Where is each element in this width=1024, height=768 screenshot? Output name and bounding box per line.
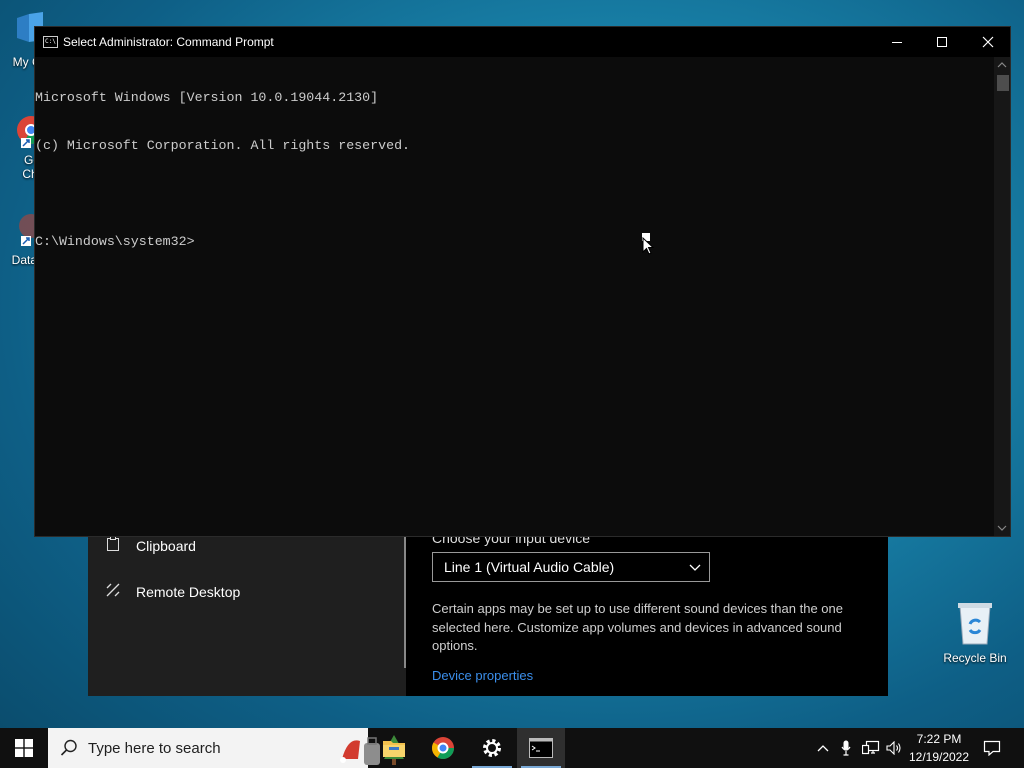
desktop-icon-label: Recycle Bin	[943, 651, 1007, 665]
volume-tray[interactable]	[884, 728, 904, 768]
nav-item-label: Clipboard	[136, 537, 196, 554]
console-prompt: C:\Windows\system32>	[35, 234, 195, 249]
vertical-scrollbar[interactable]	[994, 57, 1010, 536]
start-button[interactable]	[0, 728, 48, 768]
chevron-down-icon	[689, 559, 701, 571]
console-icon: C:\	[43, 36, 58, 48]
window-title: Select Administrator: Command Prompt	[63, 35, 274, 49]
microphone-tray[interactable]	[836, 728, 856, 768]
nav-item-label: Remote Desktop	[136, 583, 241, 600]
input-device-select[interactable]: Line 1 (Virtual Audio Cable)	[432, 552, 710, 582]
maximize-button[interactable]	[919, 27, 965, 57]
minimize-button[interactable]	[874, 27, 920, 57]
clock-time: 7:22 PM	[916, 732, 962, 746]
mouse-pointer-icon	[641, 232, 655, 261]
clock-date: 12/19/2022	[908, 750, 970, 764]
network-icon	[862, 740, 880, 755]
settings-nav-pane: Clipboard Remote Desktop	[88, 536, 406, 696]
recycle-bin-icon	[940, 600, 1010, 649]
network-tray[interactable]	[860, 728, 882, 768]
nav-item-clipboard[interactable]: Clipboard	[104, 536, 196, 555]
taskbar-file-explorer[interactable]	[370, 728, 418, 768]
settings-window: Clipboard Remote Desktop Choose your inp…	[88, 530, 888, 696]
gear-icon	[483, 739, 501, 757]
taskbar-command-prompt[interactable]	[517, 728, 565, 768]
command-prompt-window[interactable]: C:\ Select Administrator: Command Prompt…	[34, 26, 1011, 537]
search-placeholder: Type here to search	[88, 740, 221, 757]
console-line: (c) Microsoft Corporation. All rights re…	[35, 138, 411, 153]
chrome-icon	[432, 737, 454, 759]
action-center-button[interactable]	[978, 728, 1006, 768]
remote-desktop-icon	[104, 582, 122, 601]
search-icon	[60, 739, 77, 756]
show-hidden-icons-button[interactable]	[812, 728, 834, 768]
maximize-icon	[937, 37, 947, 47]
speaker-icon	[886, 741, 901, 755]
title-bar[interactable]: C:\ Select Administrator: Command Prompt	[35, 27, 1010, 57]
minimize-icon	[892, 42, 902, 43]
search-box[interactable]: Type here to search	[48, 728, 404, 768]
system-clock[interactable]: 7:22 PM 12/19/2022	[904, 730, 974, 766]
console-output[interactable]: Microsoft Windows [Version 10.0.19044.21…	[35, 57, 994, 536]
close-icon	[982, 36, 994, 48]
scroll-down-icon[interactable]	[997, 524, 1007, 532]
desktop-icon-recycle-bin[interactable]: Recycle Bin	[940, 600, 1010, 665]
input-device-value: Line 1 (Virtual Audio Cable)	[444, 559, 615, 575]
windows-logo-icon	[15, 739, 33, 757]
microphone-icon	[841, 740, 851, 756]
notification-icon	[983, 740, 1001, 756]
console-line: Microsoft Windows [Version 10.0.19044.21…	[35, 90, 379, 105]
scroll-up-icon[interactable]	[997, 61, 1007, 69]
nav-item-remote-desktop[interactable]: Remote Desktop	[104, 582, 240, 601]
taskbar-settings[interactable]	[468, 728, 516, 768]
taskbar: Type here to search 7:22 PM 12/19/2022	[0, 728, 1024, 768]
scrollbar-thumb[interactable]	[997, 75, 1009, 91]
pane-divider	[404, 536, 406, 668]
input-device-description: Certain apps may be set up to use differ…	[432, 601, 843, 653]
taskbar-chrome[interactable]	[419, 728, 467, 768]
close-button[interactable]	[965, 27, 1011, 57]
clipboard-icon	[104, 536, 122, 555]
folder-icon	[383, 741, 405, 757]
console-icon	[529, 738, 553, 758]
device-properties-link[interactable]: Device properties	[432, 668, 533, 683]
chevron-up-icon	[817, 745, 829, 752]
